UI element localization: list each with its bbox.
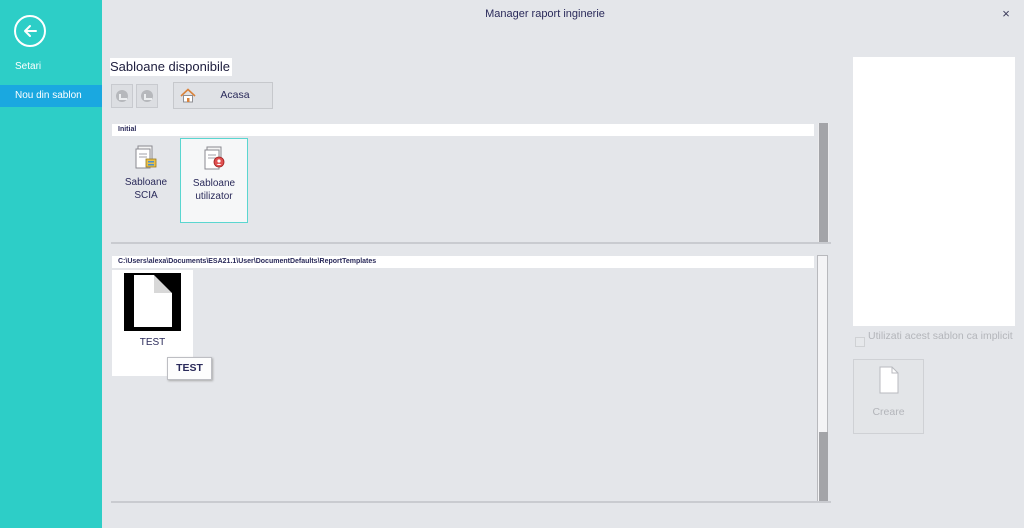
panel-initial-scrollbar[interactable] [818, 123, 829, 243]
user-template-icon [204, 146, 225, 170]
template-document-icon [135, 145, 157, 169]
create-button[interactable]: Creare [853, 359, 924, 434]
close-button[interactable]: × [998, 6, 1014, 22]
page-preview [134, 275, 172, 327]
blank-document-icon [124, 273, 181, 331]
nav-back-icon [116, 90, 128, 102]
tooltip: TEST [167, 357, 212, 380]
app-window: Setari Nou din sablon Manager raport ing… [0, 0, 1024, 528]
window-title: Manager raport inginerie [485, 8, 605, 20]
default-template-checkbox[interactable] [855, 337, 865, 347]
tile-sabloane-utilizator[interactable]: Sabloane utilizator [180, 138, 248, 223]
panel-header-path: C:\Users\alexa\Documents\ESA21.1\User\Do… [112, 256, 814, 268]
panel-path-scrollbar[interactable] [817, 255, 828, 503]
panel-header-initial: Initial [112, 124, 814, 136]
tile-label: Sabloane utilizator [192, 178, 236, 202]
home-icon [180, 88, 196, 103]
panel-divider [111, 501, 831, 503]
home-button[interactable]: Acasa [173, 82, 273, 109]
sidebar-item-nou-din-sablon[interactable]: Nou din sablon [0, 85, 102, 107]
create-button-label: Creare [872, 406, 905, 418]
scrollbar-thumb[interactable] [819, 123, 828, 243]
new-document-icon [879, 366, 899, 394]
nav-back-button[interactable] [111, 84, 133, 108]
page-heading: Sabloane disponibile [110, 58, 232, 76]
scrollbar-thumb[interactable] [819, 432, 828, 502]
tile-sabloane-scia[interactable]: Sabloane SCIA [114, 138, 178, 222]
tile-label: TEST [139, 337, 166, 348]
arrow-left-icon [24, 25, 37, 37]
sidebar-item-setari[interactable]: Setari [0, 56, 102, 78]
sidebar: Setari Nou din sablon [0, 0, 102, 528]
panel-divider [111, 242, 831, 244]
home-button-label: Acasa [220, 89, 250, 101]
template-preview [853, 57, 1015, 326]
nav-forward-button[interactable] [136, 84, 158, 108]
nav-forward-icon [141, 90, 153, 102]
default-template-label: Utilizati acest sablon ca implicit [868, 330, 1013, 342]
back-button[interactable] [14, 15, 46, 47]
tile-label: Sabloane SCIA [124, 177, 168, 201]
